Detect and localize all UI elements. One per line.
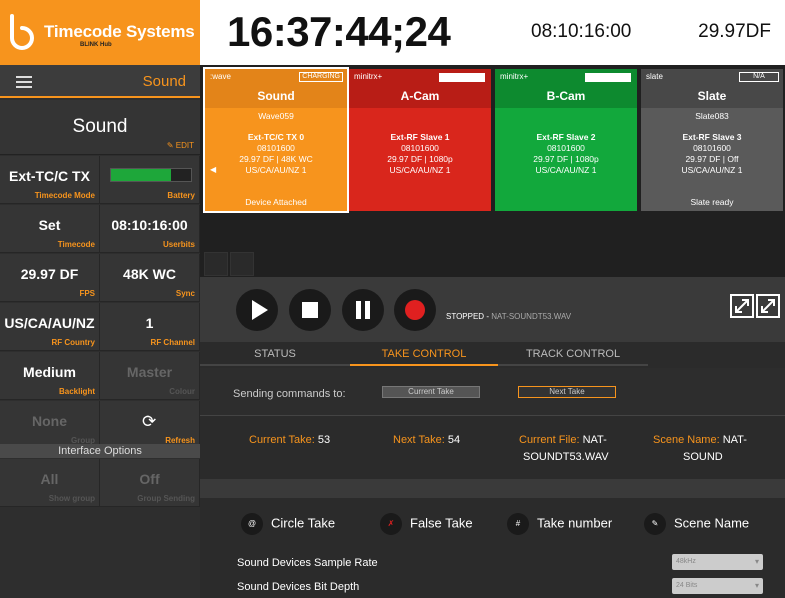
take-info: Current Take: 53 Next Take: 54 Current F… (200, 417, 785, 479)
device-tiles: :wave CHARGING Sound Wave059 Ext-TC/C TX … (200, 65, 785, 277)
circle-take-button[interactable]: @ Circle Take (241, 513, 335, 535)
brand-sub: BLINK Hub (80, 42, 112, 48)
chevron-down-icon: ▾ (754, 557, 759, 566)
refresh-icon: ⟳ (142, 412, 157, 431)
sidebar: Sound Sound ✎ EDIT Ext-TC/C TX Timecode … (0, 65, 200, 598)
bit-depth-label: Sound Devices Bit Depth (237, 581, 360, 593)
battery-fill (111, 169, 171, 181)
hash-icon: # (507, 513, 529, 535)
expand-icon[interactable] (730, 294, 754, 318)
tab-take-control[interactable]: TAKE CONTROL (350, 342, 498, 366)
setting-userbits[interactable]: 08:10:16:00 Userbits (100, 205, 200, 253)
setting-group-sending: Off Group Sending (100, 459, 200, 507)
next-page-button[interactable] (230, 252, 254, 276)
send-target-row: Sending commands to: Current Take Next T… (200, 368, 785, 416)
next-take-info: Next Take: 54 (393, 434, 461, 446)
current-take-info: Current Take: 53 (249, 434, 331, 446)
record-icon (405, 300, 425, 320)
brand-name: Timecode Systems (44, 22, 195, 41)
pencil-icon: ✎ (644, 513, 666, 535)
setting-timecode[interactable]: Set Timecode (0, 205, 100, 253)
status-badge: CHARGING (299, 72, 343, 82)
stop-icon (302, 302, 318, 318)
interface-options-header: Interface Options (0, 444, 200, 458)
tab-status[interactable]: STATUS (200, 342, 350, 366)
bit-depth-select[interactable]: 24 Bits ▾ (672, 578, 763, 594)
setting-colour: Master Colour (100, 352, 200, 400)
timecode-logo-icon (10, 14, 34, 50)
device-name: Sound (72, 116, 128, 137)
send-label: Sending commands to: (233, 388, 346, 400)
next-take-button[interactable]: Next Take (518, 386, 616, 398)
hamburger-menu-icon[interactable] (16, 76, 32, 88)
section-divider (200, 479, 785, 498)
take-actions: @ Circle Take ✗ False Take # Take number ✎ S… (200, 498, 785, 598)
fullscreen-icon[interactable] (756, 294, 780, 318)
timecode-clock: 16:37:44;24 (227, 8, 451, 55)
device-tile-slate[interactable]: slate N/A Slate Slate083 Ext-RF Slave 3 0… (641, 69, 783, 211)
scene-name-button[interactable]: ✎ Scene Name (644, 513, 749, 535)
tile-name: Slate (641, 85, 783, 108)
false-take-button[interactable]: ✗ False Take (380, 513, 473, 535)
current-file-info: Current File: NAT- SOUNDT53.WAV (519, 434, 609, 463)
prev-page-button[interactable] (204, 252, 228, 276)
at-icon: @ (241, 513, 263, 535)
setting-battery: Battery (100, 156, 200, 204)
brand-header: Timecode Systems BLINK Hub (0, 0, 200, 65)
status-badge: N/A (739, 72, 779, 82)
stop-button[interactable] (289, 289, 331, 331)
refresh-button[interactable]: ⟳ Refresh (100, 401, 200, 449)
transport-bar: STOPPED - NAT-SOUNDT53.WAV (200, 277, 785, 342)
setting-backlight[interactable]: Medium Backlight (0, 352, 100, 400)
sample-rate-label: Sound Devices Sample Rate (237, 557, 378, 569)
battery-icon (585, 73, 631, 82)
clock-bar: 16:37:44;24 08:10:16:00 29.97DF (200, 0, 785, 65)
take-number-button[interactable]: # Take number (507, 513, 612, 535)
battery-bar (110, 168, 192, 182)
battery-icon (439, 73, 485, 82)
device-tile-sound[interactable]: :wave CHARGING Sound Wave059 Ext-TC/C TX … (203, 67, 349, 213)
scene-name-info: Scene Name: NAT- SOUND (653, 434, 747, 463)
transport-status: STOPPED - NAT-SOUNDT53.WAV (446, 312, 572, 321)
setting-show-group: All Show group (0, 459, 100, 507)
setting-fps[interactable]: 29.97 DF FPS (0, 254, 100, 302)
device-tile-b-cam[interactable]: minitrx+ B-Cam Ext-RF Slave 2 08101600 2… (495, 69, 637, 211)
tab-track-control[interactable]: TRACK CONTROL (498, 342, 648, 366)
edit-button[interactable]: ✎ EDIT (167, 141, 194, 150)
setting-rf-channel[interactable]: 1 RF Channel (100, 303, 200, 351)
arrow-left-icon: ◀ (210, 165, 217, 174)
current-take-button[interactable]: Current Take (382, 386, 480, 398)
tile-name: Sound (205, 85, 347, 108)
menu-title: Sound (142, 73, 186, 90)
setting-rf-country[interactable]: US/CA/AU/NZ RF Country (0, 303, 100, 351)
play-button[interactable] (236, 289, 278, 331)
app-root: Timecode Systems BLINK Hub Sound Sound ✎… (0, 0, 785, 598)
tile-name: B-Cam (495, 85, 637, 108)
clock-userbits: 08:10:16:00 (531, 21, 632, 42)
setting-group: None Group (0, 401, 100, 449)
device-name-panel: Sound ✎ EDIT (0, 100, 200, 155)
clock-fps: 29.97DF (698, 21, 771, 42)
pause-button[interactable] (342, 289, 384, 331)
setting-timecode-mode[interactable]: Ext-TC/C TX Timecode Mode (0, 156, 100, 204)
tile-name: A-Cam (349, 85, 491, 108)
pause-icon (356, 301, 370, 319)
play-icon (252, 300, 268, 320)
device-tile-a-cam[interactable]: minitrx+ A-Cam Ext-RF Slave 1 08101600 2… (349, 69, 491, 211)
control-tabs: STATUS TAKE CONTROL TRACK CONTROL (200, 342, 785, 366)
sample-rate-select[interactable]: 48kHz ▾ (672, 554, 763, 570)
x-icon: ✗ (380, 513, 402, 535)
menu-bar: Sound (0, 65, 200, 98)
record-button[interactable] (394, 289, 436, 331)
setting-sync[interactable]: 48K WC Sync (100, 254, 200, 302)
chevron-down-icon: ▾ (754, 581, 759, 590)
